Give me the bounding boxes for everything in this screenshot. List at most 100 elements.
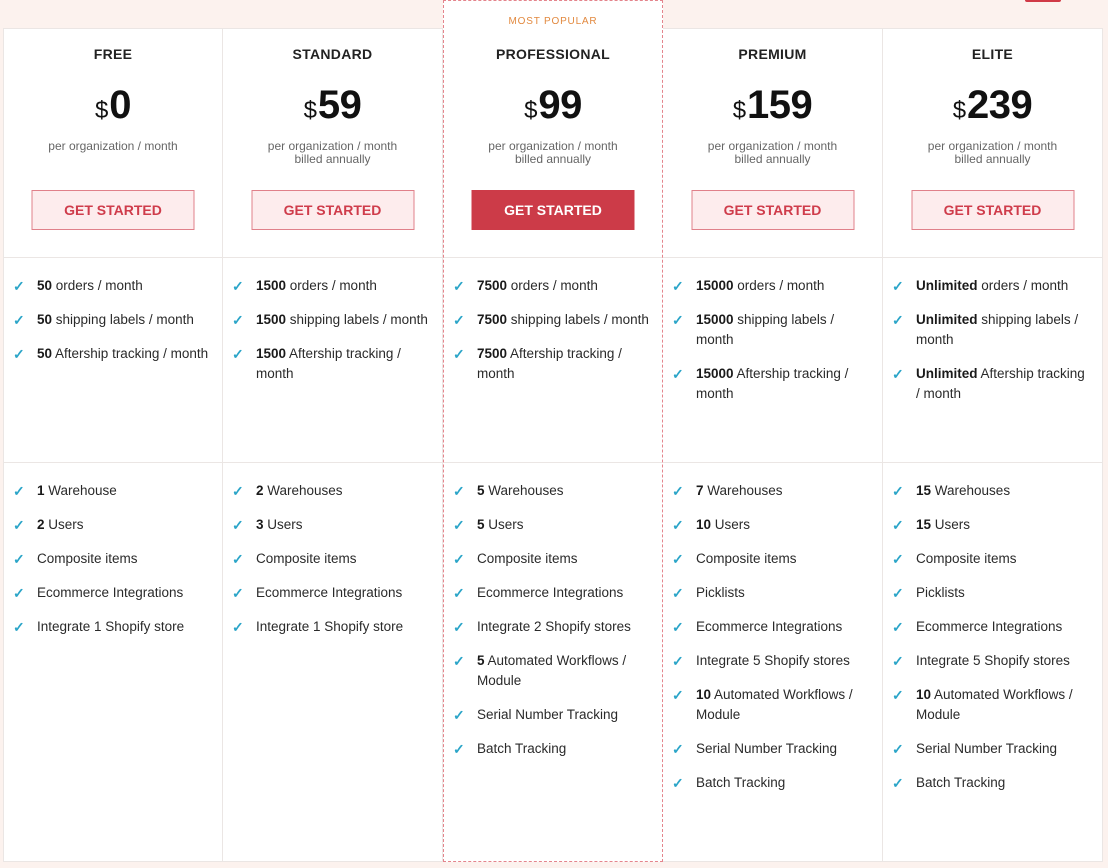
limit-item: ✓ 1500 shipping labels / month [223,310,442,330]
plan-name: PROFESSIONAL [495,46,611,62]
limit-item: ✓ 15000 Aftership tracking / month [663,364,882,404]
feature-item: ✓ Picklists [883,583,1102,603]
limit-value: 15000 [696,312,734,327]
billing-frequency: billed annually [734,152,811,166]
feature-item: ✓ 15 Warehouses [883,481,1102,501]
limit-label: orders / month [52,278,143,293]
feature-value: 2 [256,483,264,498]
price-amount: 239 [967,83,1033,127]
check-icon: ✓ [672,278,684,294]
plan-price: $ 159 [663,83,882,128]
feature-item: ✓ Serial Number Tracking [444,705,662,725]
feature-item: ✓ 5 Warehouses [444,481,662,501]
usage-limits: ✓ Unlimited orders / month ✓ Unlimited s… [883,258,1102,463]
feature-item: ✓ 10 Automated Workflows / Module [883,685,1102,725]
check-icon: ✓ [672,366,684,382]
feature-item: ✓ Batch Tracking [663,773,882,793]
feature-list: ✓ 15 Warehouses ✓ 15 Users ✓ Composite i… [883,463,1102,793]
limit-value: Unlimited [916,312,978,327]
feature-item: ✓ Integrate 2 Shopify stores [444,617,662,637]
check-icon: ✓ [13,619,25,635]
feature-item: ✓ 5 Automated Workflows / Module [444,651,662,691]
check-icon: ✓ [453,517,465,533]
billing-note: per organization / month billed annually [223,140,442,166]
feature-label: Composite items [256,551,357,566]
get-started-button[interactable]: GET STARTED [471,190,635,230]
check-icon: ✓ [13,278,25,294]
check-icon: ✓ [672,312,684,328]
feature-label: Batch Tracking [477,741,567,756]
feature-item: ✓ Serial Number Tracking [663,739,882,759]
get-started-button[interactable]: GET STARTED [251,190,414,230]
limit-label: shipping labels / month [507,312,649,327]
check-icon: ✓ [232,483,244,499]
check-icon: ✓ [672,619,684,635]
check-icon: ✓ [892,619,904,635]
limit-item: ✓ Unlimited Aftership tracking / month [883,364,1102,404]
limit-label: orders / month [507,278,598,293]
currency-symbol: $ [952,97,967,124]
feature-label: Warehouses [703,483,783,498]
billing-note: per organization / month billed annually [663,140,882,166]
feature-label: Picklists [916,585,965,600]
usage-limits: ✓ 1500 orders / month ✓ 1500 shipping la… [223,258,442,463]
feature-item: ✓ Batch Tracking [444,739,662,759]
check-icon: ✓ [232,517,244,533]
limit-value: 1500 [256,312,287,327]
get-started-button[interactable]: GET STARTED [691,190,854,230]
check-icon: ✓ [13,551,25,567]
limit-label: orders / month [286,278,377,293]
feature-label: Ecommerce Integrations [37,585,184,600]
check-icon: ✓ [892,366,904,382]
limit-label: shipping labels / month [286,312,428,327]
check-icon: ✓ [453,653,465,669]
feature-value: 5 [477,653,485,668]
currency-symbol: $ [94,97,109,124]
plan-header: PROFESSIONAL $ 99 per organization / mon… [444,29,662,258]
feature-list: ✓ 5 Warehouses ✓ 5 Users ✓ Composite ite… [444,463,662,759]
feature-value: 1 [37,483,45,498]
feature-label: Serial Number Tracking [696,741,838,756]
check-icon: ✓ [453,278,465,294]
check-icon: ✓ [892,551,904,567]
feature-item: ✓ 2 Users [4,515,222,535]
currency-symbol: $ [732,97,747,124]
limit-item: ✓ 7500 shipping labels / month [444,310,662,330]
limit-item: ✓ 50 Aftership tracking / month [4,344,222,364]
limit-value: 7500 [477,312,508,327]
plan-card-elite: ELITE $ 239 per organization / month bil… [883,28,1103,862]
get-started-button[interactable]: GET STARTED [31,190,195,230]
check-icon: ✓ [453,551,465,567]
plan-card-premium: PREMIUM $ 159 per organization / month b… [663,28,883,862]
check-icon: ✓ [453,619,465,635]
feature-value: 2 [37,517,45,532]
billing-note: per organization / month billed annually [444,140,662,166]
check-icon: ✓ [453,312,465,328]
check-icon: ✓ [672,687,684,703]
feature-item: ✓ Ecommerce Integrations [883,617,1102,637]
top-edge-button-fragment[interactable] [1025,0,1061,2]
check-icon: ✓ [453,707,465,723]
plan-price: $ 0 [4,83,222,128]
check-icon: ✓ [672,517,684,533]
feature-value: 10 [696,687,712,702]
feature-item: ✓ Composite items [883,549,1102,569]
feature-label: Integrate 5 Shopify stores [916,653,1070,668]
feature-item: ✓ Serial Number Tracking [883,739,1102,759]
check-icon: ✓ [13,312,25,328]
feature-item: ✓ Composite items [444,549,662,569]
limit-value: 1500 [256,278,287,293]
price-amount: 59 [317,83,362,127]
price-amount: 99 [538,83,582,127]
check-icon: ✓ [892,687,904,703]
feature-value: 7 [696,483,704,498]
get-started-button[interactable]: GET STARTED [911,190,1074,230]
feature-value: 10 [696,517,712,532]
feature-label: Automated Workflows / Module [916,687,1073,722]
feature-label: Users [263,517,303,532]
feature-value: 15 [916,517,932,532]
limit-item: ✓ 1500 orders / month [223,276,442,296]
limit-label: orders / month [733,278,825,293]
feature-label: Users [931,517,971,532]
feature-label: Integrate 1 Shopify store [37,619,185,634]
